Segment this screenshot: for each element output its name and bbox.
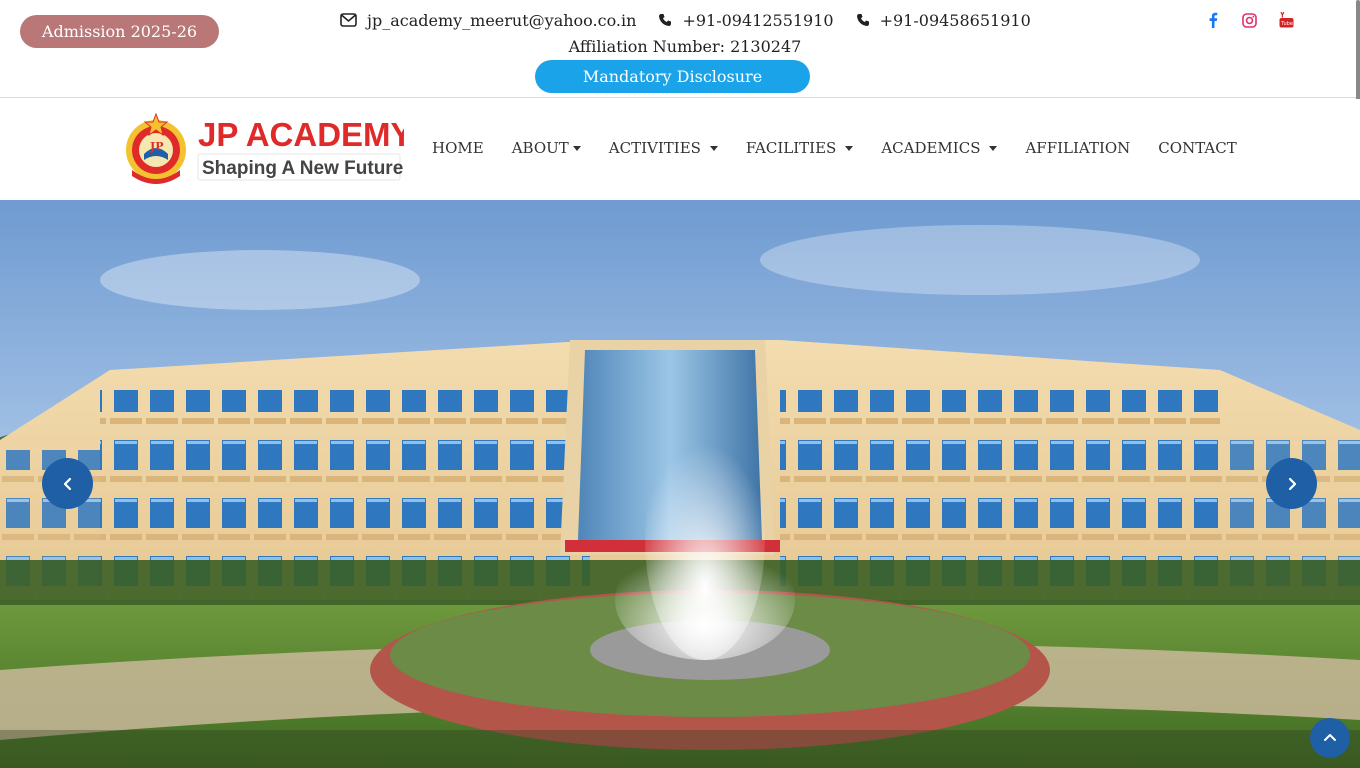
svg-text:JP: JP <box>149 140 163 153</box>
school-logo[interactable]: JP JP ACADEMY Shaping A New Future <box>124 112 413 188</box>
nav-item-home[interactable]: HOME <box>432 139 484 157</box>
facebook-icon[interactable] <box>1206 12 1220 28</box>
campus-photo <box>0 200 1360 768</box>
svg-text:Tube: Tube <box>1280 21 1293 27</box>
main-navbar: JP JP ACADEMY Shaping A New Future HOME … <box>0 99 1360 200</box>
affiliation-number: Affiliation Number: 2130247 <box>568 37 802 56</box>
nav-item-contact[interactable]: CONTACT <box>1158 139 1236 157</box>
caret-down-icon <box>572 145 581 151</box>
mandatory-disclosure-button[interactable]: Mandatory Disclosure <box>535 60 810 93</box>
carousel-prev-button[interactable] <box>42 458 93 509</box>
carousel-next-button[interactable] <box>1266 458 1317 509</box>
back-to-top-button[interactable] <box>1310 718 1350 758</box>
logo-emblem: JP <box>126 112 186 184</box>
youtube-icon[interactable]: Tube <box>1279 11 1294 28</box>
nav-item-academics[interactable]: ACADEMICS <box>881 139 998 157</box>
nav-item-activities[interactable]: ACTIVITIES <box>609 139 718 157</box>
contact-info: jp_academy_meerut@yahoo.co.in +91-094125… <box>340 8 1053 32</box>
instagram-icon[interactable] <box>1242 13 1257 28</box>
phone-icon <box>856 14 869 26</box>
nav-menu: HOME ABOUT ACTIVITIES FACILITIES ACADEMI… <box>432 139 1265 157</box>
caret-down-icon <box>989 145 998 151</box>
email-link[interactable]: jp_academy_meerut@yahoo.co.in <box>340 11 636 30</box>
caret-down-icon <box>845 145 854 151</box>
top-bar: Admission 2025-26 jp_academy_meerut@yaho… <box>0 0 1360 150</box>
phone-link-1[interactable]: +91-09412551910 <box>658 10 834 30</box>
logo-title: JP ACADEMY <box>198 116 404 153</box>
logo-tagline: Shaping A New Future <box>202 158 403 179</box>
envelope-icon <box>340 13 357 27</box>
hero-carousel <box>0 200 1360 768</box>
phone-link-2[interactable]: +91-09458651910 <box>856 11 1031 30</box>
nav-item-facilities[interactable]: FACILITIES <box>746 139 854 157</box>
phone-text-2: +91-09458651910 <box>879 10 1031 30</box>
nav-item-affiliation[interactable]: AFFILIATION <box>1025 139 1130 157</box>
phone-icon <box>659 14 672 26</box>
chevron-left-icon <box>63 477 71 490</box>
nav-item-about[interactable]: ABOUT <box>512 139 581 157</box>
caret-down-icon <box>709 145 718 151</box>
email-text: jp_academy_meerut@yahoo.co.in <box>367 10 637 30</box>
chevron-up-icon <box>1324 734 1336 741</box>
chevron-right-icon <box>1288 477 1296 490</box>
phone-text-1: +91-09412551910 <box>682 10 834 30</box>
